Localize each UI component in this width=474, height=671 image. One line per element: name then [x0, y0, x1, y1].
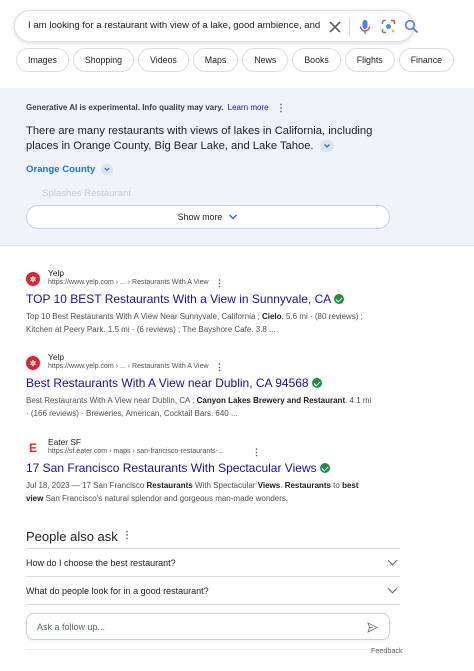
search-bar[interactable]: I am looking for a restaurant with view …	[14, 10, 419, 42]
eater-icon: E	[26, 441, 40, 455]
ai-disclaimer: Generative AI is experimental. Info qual…	[26, 103, 269, 112]
microphone-icon[interactable]	[358, 19, 372, 35]
more-options-icon[interactable]: ⋮	[215, 278, 224, 289]
followup-placeholder: Ask a follow up...	[37, 622, 106, 632]
divider	[26, 649, 400, 650]
close-icon[interactable]	[327, 19, 343, 35]
chip-flights[interactable]: Flights	[344, 48, 395, 72]
ai-subheading[interactable]: Orange County	[26, 164, 113, 175]
site-url[interactable]: https://www.yelp.com › ... › Restaurants…	[48, 363, 209, 370]
show-more-button[interactable]: Show more	[26, 205, 390, 229]
chip-images[interactable]: Images	[16, 48, 69, 72]
verified-icon	[319, 463, 330, 473]
chip-videos[interactable]: Videos	[138, 48, 189, 72]
search-icon[interactable]	[404, 19, 419, 34]
result-title-link[interactable]: 17 San Francisco Restaurants With Specta…	[26, 461, 330, 475]
result-title-link[interactable]: Best Restaurants With A View near Dublin…	[26, 376, 322, 390]
more-options-icon[interactable]: ⋮	[252, 447, 261, 458]
site-url[interactable]: https://www.yelp.com › ... › Restaurants…	[48, 279, 209, 286]
result-title: TOP 10 BEST Restaurants With a View in S…	[26, 292, 332, 306]
ai-disclaimer-text: Generative AI is experimental. Info qual…	[26, 103, 224, 112]
chevron-down-icon	[100, 164, 113, 175]
site-name[interactable]: Yelp	[48, 352, 64, 362]
result-title-link[interactable]: TOP 10 BEST Restaurants With a View in S…	[26, 292, 345, 306]
paa-question[interactable]: How do I choose the best restaurant?	[26, 548, 400, 576]
site-name[interactable]: Eater SF	[48, 437, 81, 447]
people-also-ask-heading: People also ask	[26, 529, 118, 544]
lens-icon[interactable]	[381, 19, 396, 34]
search-result: E Eater SF https://sf.eater.com › maps ›…	[26, 437, 406, 507]
ai-overview-panel: Generative AI is experimental. Info qual…	[0, 88, 474, 246]
more-options-icon[interactable]: ⋮	[122, 530, 132, 541]
chip-shopping[interactable]: Shopping	[72, 48, 135, 72]
yelp-icon: ✲	[26, 356, 40, 370]
chip-books[interactable]: Books	[292, 48, 341, 72]
result-title: 17 San Francisco Restaurants With Specta…	[26, 461, 317, 475]
site-url[interactable]: https://sf.eater.com › maps › san-franci…	[48, 448, 224, 455]
paa-question-text: How do I choose the best restaurant?	[26, 557, 176, 568]
chevron-down-icon	[229, 214, 238, 220]
show-more-label: Show more	[177, 212, 223, 222]
more-options-icon[interactable]: ⋮	[276, 103, 286, 114]
ai-summary: There are many restaurants with views of…	[26, 124, 396, 154]
followup-input[interactable]: Ask a follow up...	[26, 613, 390, 640]
result-snippet: Best Restaurants With A View near Dublin…	[26, 396, 372, 418]
filter-chips: Images Shopping Videos Maps News Books F…	[16, 48, 454, 72]
ai-subheading-text: Orange County	[26, 164, 96, 176]
chevron-down-icon	[387, 555, 398, 566]
more-options-icon[interactable]: ⋮	[215, 362, 224, 373]
result-snippet: Jul 18, 2023 — 17 San Francisco Restaura…	[26, 481, 359, 503]
chip-maps[interactable]: Maps	[192, 48, 239, 72]
result-snippet: Top 10 Best Restaurants With A View Near…	[26, 312, 363, 334]
search-result: ✲ Yelp https://www.yelp.com › ... › Rest…	[26, 352, 406, 422]
yelp-icon: ✲	[26, 272, 40, 286]
verified-icon	[311, 378, 322, 388]
chip-finance[interactable]: Finance	[398, 48, 454, 72]
result-title: Best Restaurants With A View near Dublin…	[26, 376, 309, 390]
send-icon[interactable]	[367, 622, 378, 633]
verified-icon	[334, 294, 345, 304]
expand-icon[interactable]	[319, 140, 334, 153]
paa-question[interactable]: What do people look for in a good restau…	[26, 576, 400, 605]
ai-faded-item: Splashes Restaurant	[42, 188, 132, 199]
search-result: ✲ Yelp https://www.yelp.com › ... › Rest…	[26, 268, 406, 338]
chip-news[interactable]: News	[242, 48, 289, 72]
feedback-link[interactable]: Feedback	[371, 646, 403, 655]
learn-more-link[interactable]: Learn more	[228, 103, 269, 112]
search-divider	[349, 18, 350, 36]
search-input[interactable]: I am looking for a restaurant with view …	[28, 20, 324, 31]
site-name[interactable]: Yelp	[48, 268, 64, 278]
paa-question-text: What do people look for in a good restau…	[26, 585, 209, 596]
chevron-down-icon	[387, 583, 398, 594]
